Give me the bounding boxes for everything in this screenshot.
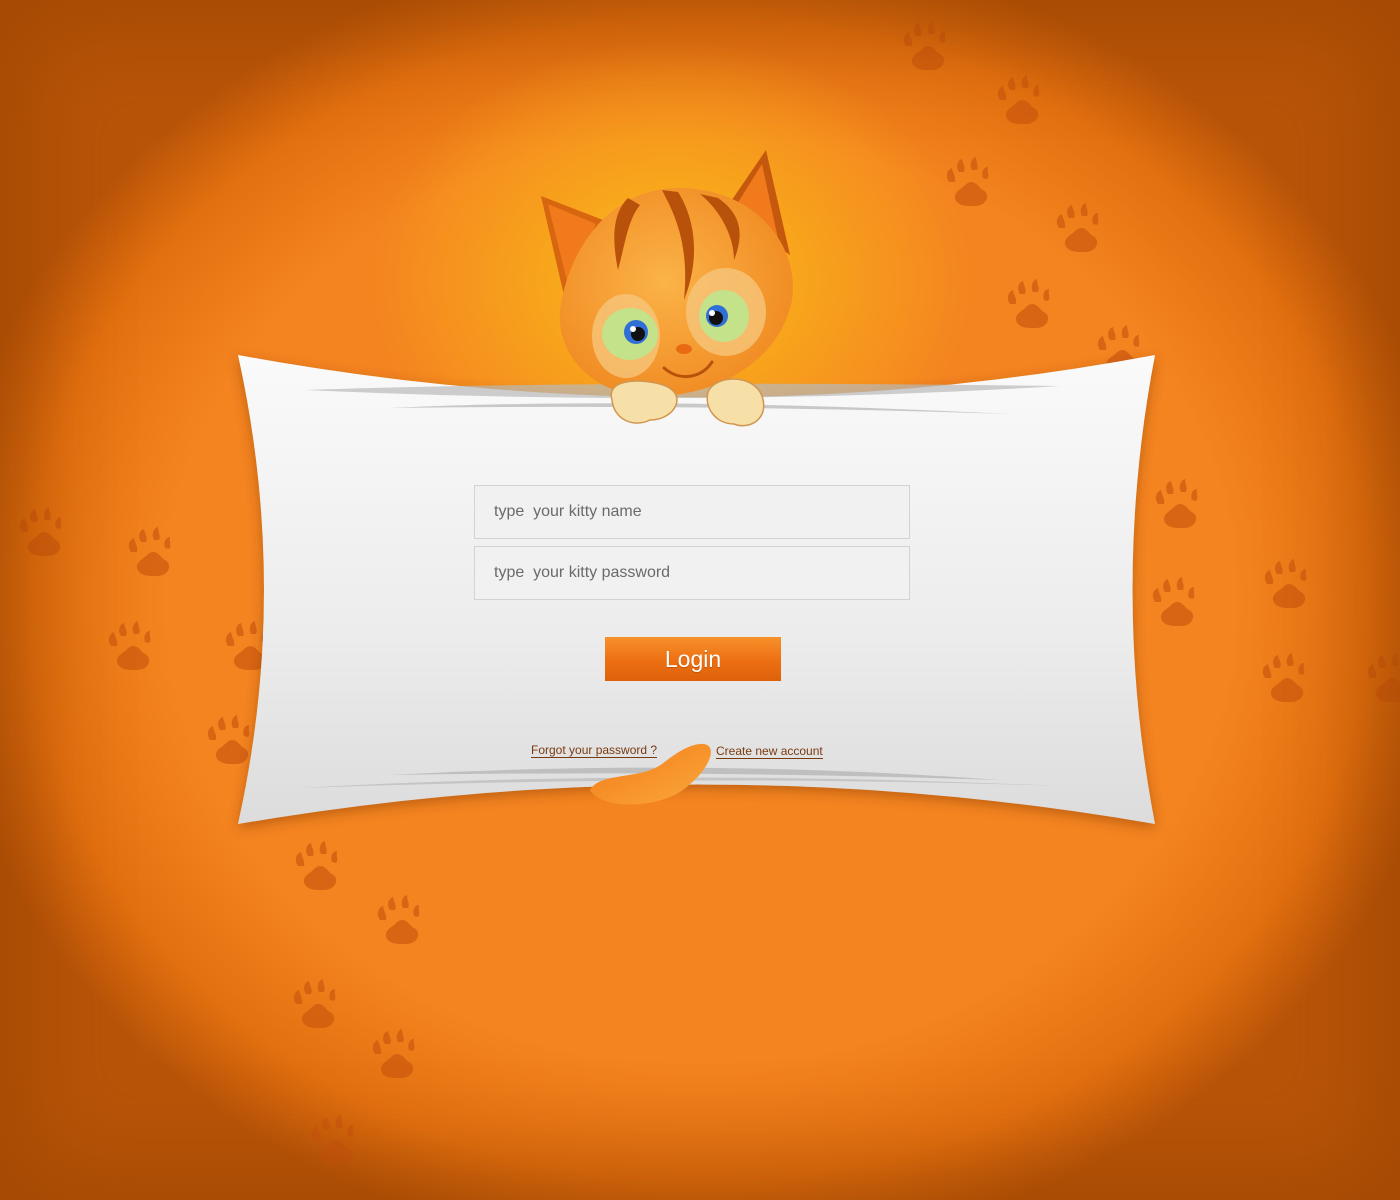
login-button[interactable]: Login	[605, 637, 781, 681]
kitty-password-input[interactable]	[474, 546, 910, 600]
kitty-name-input[interactable]	[474, 485, 910, 539]
cartoon-kitten-icon	[541, 150, 794, 427]
forgot-password-link[interactable]: Forgot your password ?	[531, 744, 658, 758]
create-account-link[interactable]: Create new account	[716, 745, 823, 759]
